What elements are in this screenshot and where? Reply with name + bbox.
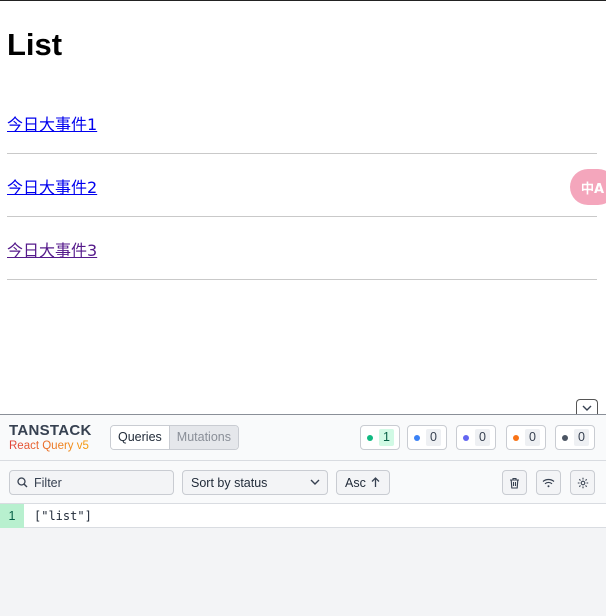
- event-list: 今日大事件1 今日大事件2 今日大事件3: [7, 91, 597, 280]
- filter-field[interactable]: [9, 470, 174, 495]
- trash-icon: [510, 477, 519, 489]
- status-count: 0: [475, 429, 490, 446]
- paused-dot-icon: [463, 434, 469, 441]
- query-key: ["list"]: [34, 508, 92, 523]
- status-count: 1: [379, 429, 394, 446]
- tab-mutations[interactable]: Mutations: [168, 426, 238, 449]
- status-count: 0: [574, 429, 589, 446]
- sort-select-value: Sort by status: [191, 475, 268, 490]
- online-toggle-button[interactable]: [536, 470, 561, 495]
- status-paused-badge[interactable]: 0: [456, 425, 496, 450]
- status-fresh-badge[interactable]: 1: [360, 425, 400, 450]
- filter-input[interactable]: [34, 475, 164, 490]
- chevron-down-icon: [310, 479, 320, 485]
- event-link-1[interactable]: 今日大事件1: [7, 111, 97, 135]
- app-page: List 今日大事件1 今日大事件2 今日大事件3 中A TANSTACK Re…: [0, 0, 606, 616]
- sort-order-button[interactable]: Asc: [336, 470, 390, 495]
- devtools-header: TANSTACK React Query v5 Queries Mutation…: [0, 415, 606, 461]
- status-stale-badge[interactable]: 0: [506, 425, 546, 450]
- stale-dot-icon: [513, 434, 519, 441]
- search-icon: [17, 477, 28, 488]
- settings-button[interactable]: [570, 470, 595, 495]
- brand-title: TANSTACK: [9, 422, 92, 439]
- devtools-panel: TANSTACK React Query v5 Queries Mutation…: [0, 414, 606, 616]
- wifi-icon: [542, 478, 555, 487]
- fresh-dot-icon: [367, 434, 373, 441]
- translate-icon: 中A: [581, 181, 605, 197]
- fetching-dot-icon: [414, 434, 420, 441]
- inactive-dot-icon: [562, 434, 568, 441]
- chevron-down-icon: [582, 405, 592, 411]
- event-link-2[interactable]: 今日大事件2: [7, 174, 97, 198]
- gear-icon: [577, 477, 588, 488]
- sort-select[interactable]: Sort by status: [182, 470, 328, 495]
- devtools-toolbar: Sort by status Asc: [0, 461, 606, 504]
- page-title: List: [7, 27, 63, 62]
- list-item: 今日大事件3: [7, 217, 597, 280]
- translate-button[interactable]: 中A: [570, 169, 606, 205]
- list-item: 今日大事件1: [7, 91, 597, 154]
- status-count: 0: [525, 429, 540, 446]
- arrow-up-icon: [371, 477, 380, 487]
- observer-count: 1: [0, 503, 24, 528]
- clear-cache-button[interactable]: [502, 470, 527, 495]
- sort-order-label: Asc: [345, 475, 366, 490]
- status-fetching-badge[interactable]: 0: [407, 425, 447, 450]
- mode-toggle: Queries Mutations: [110, 425, 239, 450]
- query-row[interactable]: 1 ["list"]: [0, 503, 606, 528]
- brand-subtitle: React Query v5: [9, 440, 89, 452]
- status-count: 0: [426, 429, 441, 446]
- tab-queries[interactable]: Queries: [111, 426, 169, 449]
- event-link-3[interactable]: 今日大事件3: [7, 237, 97, 261]
- devtools-toggle-button[interactable]: [576, 399, 598, 415]
- status-inactive-badge[interactable]: 0: [555, 425, 595, 450]
- list-item: 今日大事件2: [7, 154, 597, 217]
